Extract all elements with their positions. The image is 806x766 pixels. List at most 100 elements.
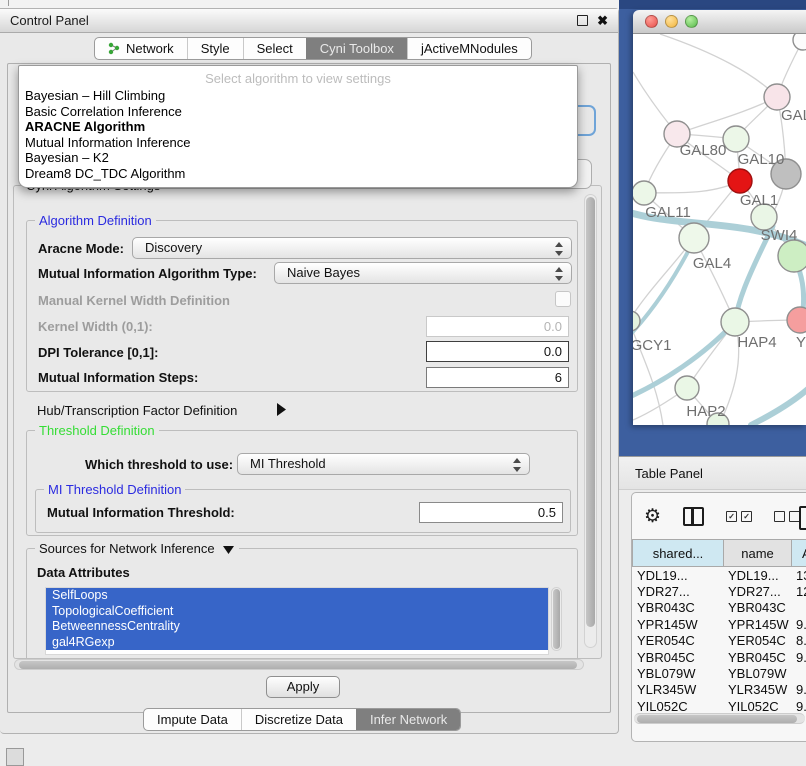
columns-icon[interactable] bbox=[683, 507, 704, 526]
float-panel-icon[interactable] bbox=[577, 15, 588, 26]
dropdown-item[interactable]: Dream8 DC_TDC Algorithm bbox=[19, 166, 577, 182]
gear-icon[interactable]: ⚙ bbox=[644, 507, 661, 526]
node-gal4[interactable] bbox=[679, 223, 709, 253]
combo-spinner-icon bbox=[513, 457, 521, 473]
tab-jactivemnodules-label: jActiveMNodules bbox=[421, 41, 518, 56]
node-label: GAL10 bbox=[738, 151, 785, 168]
tab-discretize-data[interactable]: Discretize Data bbox=[241, 709, 356, 730]
window-zoom-button[interactable] bbox=[685, 15, 698, 28]
tab-cyni-toolbox[interactable]: Cyni Toolbox bbox=[306, 38, 407, 59]
table-row[interactable]: YIL052CYIL052C9. bbox=[632, 698, 806, 714]
apply-button[interactable]: Apply bbox=[266, 676, 340, 698]
column-header-partial[interactable]: A bbox=[792, 540, 806, 567]
mi-algorithm-type-combobox[interactable]: Naive Bayes bbox=[274, 262, 572, 284]
node-label: GCY1 bbox=[633, 337, 671, 354]
attributes-scrollbar[interactable] bbox=[551, 587, 562, 651]
dropdown-item-selected[interactable]: ARACNE Algorithm bbox=[19, 119, 577, 135]
network-window-titlebar bbox=[633, 10, 806, 34]
close-panel-icon[interactable]: ✖ bbox=[597, 16, 608, 25]
node-label: Y bbox=[796, 334, 806, 351]
tab-infer-network-label: Infer Network bbox=[370, 712, 447, 727]
restore-panel-icon[interactable] bbox=[6, 748, 24, 766]
algorithm-definition-group: Algorithm Definition Aracne Mode: Discov… bbox=[26, 220, 578, 392]
data-attributes-label: Data Attributes bbox=[37, 565, 130, 580]
tab-network[interactable]: Network bbox=[95, 38, 187, 59]
tab-network-label: Network bbox=[126, 41, 174, 56]
tab-style-label: Style bbox=[201, 41, 230, 56]
attribute-item[interactable]: gal4RGexp bbox=[46, 635, 548, 651]
dropdown-item[interactable]: Basic Correlation Inference bbox=[19, 104, 577, 120]
mi-threshold-group: MI Threshold Definition Mutual Informati… bbox=[35, 489, 571, 533]
column-header-name[interactable]: name bbox=[724, 540, 792, 567]
tab-jactivemnodules[interactable]: jActiveMNodules bbox=[407, 38, 531, 59]
attribute-item[interactable]: BetweennessCentrality bbox=[46, 619, 548, 635]
table-horizontal-scrollbar[interactable] bbox=[634, 713, 805, 724]
mi-steps-field[interactable]: 6 bbox=[426, 367, 569, 388]
top-divider bbox=[8, 0, 9, 6]
unchecked-box-icon bbox=[774, 511, 785, 522]
dpi-tolerance-field[interactable]: 0.0 bbox=[426, 341, 569, 362]
window-close-button[interactable] bbox=[645, 15, 658, 28]
table-row[interactable]: YBR043CYBR043C bbox=[632, 600, 806, 616]
dropdown-item[interactable]: Bayesian – Hill Climbing bbox=[19, 88, 577, 104]
settings-scrollbar-thumb[interactable] bbox=[586, 197, 595, 627]
sources-group-title: Sources for Network Inference bbox=[35, 541, 239, 556]
deselect-all-icon[interactable] bbox=[774, 511, 800, 522]
dropdown-item[interactable]: Mutual Information Inference bbox=[19, 135, 577, 151]
node[interactable] bbox=[793, 34, 806, 50]
node-hap2[interactable] bbox=[675, 376, 699, 400]
tab-style[interactable]: Style bbox=[187, 38, 243, 59]
sources-group: Sources for Network Inference Data Attri… bbox=[26, 548, 578, 658]
manual-kernel-width-checkbox[interactable] bbox=[555, 291, 571, 307]
attribute-item[interactable]: TopologicalCoefficient bbox=[46, 604, 548, 620]
combo-spinner-icon bbox=[555, 266, 563, 282]
kernel-width-field[interactable]: 0.0 bbox=[426, 316, 569, 337]
network-view-window: GAL GAL80 GAL10 GAL1 GAL11 SWI4 GAL4 GCY… bbox=[633, 10, 806, 425]
cyni-algorithm-settings-group: Cyni Algorithm Settings Algorithm Defini… bbox=[13, 185, 602, 659]
settings-horizontal-scrollbar[interactable] bbox=[14, 659, 584, 670]
aracne-mode-label: Aracne Mode: bbox=[38, 241, 124, 256]
select-all-icon[interactable]: ✓ ✓ bbox=[726, 511, 752, 522]
tab-infer-network[interactable]: Infer Network bbox=[356, 709, 460, 730]
data-attributes-list: SelfLoops TopologicalCoefficient Between… bbox=[45, 587, 549, 655]
control-panel-title: Control Panel bbox=[10, 13, 89, 28]
hub-definition-label[interactable]: Hub/Transcription Factor Definition bbox=[37, 403, 237, 418]
settings-hscrollbar-thumb[interactable] bbox=[19, 661, 577, 669]
attributes-scrollbar-thumb[interactable] bbox=[553, 589, 560, 649]
tab-impute-data[interactable]: Impute Data bbox=[144, 709, 241, 730]
table-row[interactable]: YLR345WYLR345W9. bbox=[632, 682, 806, 698]
attribute-item[interactable]: SelfLoops bbox=[46, 588, 548, 604]
node-label: GAL bbox=[781, 107, 806, 124]
settings-vertical-scrollbar[interactable] bbox=[584, 194, 597, 648]
tab-cyni-toolbox-label: Cyni Toolbox bbox=[320, 41, 394, 56]
node-gal1[interactable] bbox=[728, 169, 752, 193]
node-gal10[interactable] bbox=[723, 126, 749, 152]
table-row[interactable]: YER054CYER054C8. bbox=[632, 633, 806, 649]
expanded-arrow-icon[interactable] bbox=[222, 545, 235, 555]
table-row[interactable]: YBR045CYBR045C9. bbox=[632, 649, 806, 665]
aracne-mode-combobox[interactable]: Discovery bbox=[132, 237, 572, 259]
table-row[interactable]: YPR145WYPR145W9. bbox=[632, 616, 806, 632]
node-hap4[interactable] bbox=[721, 308, 749, 336]
collapsed-arrow-icon[interactable] bbox=[276, 402, 287, 417]
mi-threshold-field[interactable]: 0.5 bbox=[419, 502, 563, 523]
dropdown-item[interactable]: Bayesian – K2 bbox=[19, 150, 577, 166]
which-threshold-combobox[interactable]: MI Threshold bbox=[237, 453, 530, 475]
tab-discretize-data-label: Discretize Data bbox=[255, 712, 343, 727]
node[interactable] bbox=[778, 240, 806, 272]
node[interactable] bbox=[787, 307, 806, 333]
node-label: GAL1 bbox=[740, 192, 778, 209]
node-gcy1[interactable] bbox=[633, 311, 640, 331]
column-header-shared-name[interactable]: shared... bbox=[633, 540, 724, 567]
network-canvas[interactable]: GAL GAL80 GAL10 GAL1 GAL11 SWI4 GAL4 GCY… bbox=[633, 34, 806, 425]
node-gal11[interactable] bbox=[633, 181, 656, 205]
table-row[interactable]: YBL079WYBL079W bbox=[632, 665, 806, 681]
table-row[interactable]: YDL19...YDL19...13 bbox=[632, 567, 806, 583]
control-panel-titlebar: Control Panel ✖ bbox=[0, 9, 618, 33]
window-minimize-button[interactable] bbox=[665, 15, 678, 28]
tab-select[interactable]: Select bbox=[243, 38, 306, 59]
document-icon[interactable] bbox=[799, 506, 806, 530]
node-label: GAL4 bbox=[693, 255, 731, 272]
table-hscrollbar-thumb[interactable] bbox=[637, 715, 797, 723]
table-row[interactable]: YDR27...YDR27...12 bbox=[632, 583, 806, 599]
